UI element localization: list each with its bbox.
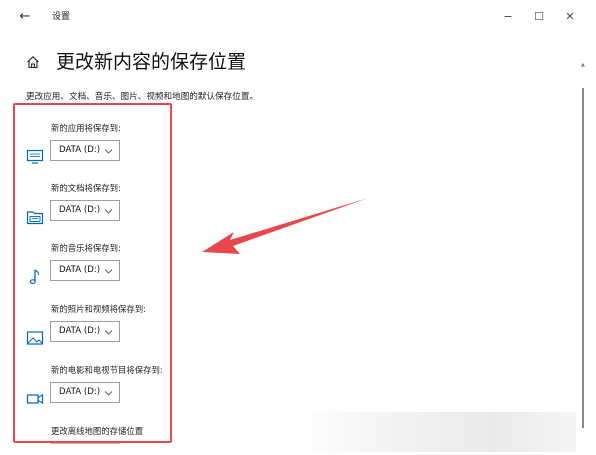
monitor-icon bbox=[26, 149, 44, 164]
apps-drive-value: DATA (D:) bbox=[59, 145, 101, 155]
window-title: 设置 bbox=[52, 12, 71, 22]
setting-movies-tv: 新的电影和电视节目将保存到: DATA (D:) bbox=[26, 364, 226, 414]
music-drive-select[interactable]: DATA (D:) bbox=[50, 260, 120, 281]
back-button[interactable]: ← bbox=[16, 8, 34, 26]
page-description: 更改应用、文档、音乐、图片、视频和地图的默认保存位置。 bbox=[26, 92, 259, 102]
setting-label-music: 新的音乐将保存到: bbox=[51, 243, 121, 253]
setting-photos-videos: 新的照片和视频将保存到: DATA (D:) bbox=[26, 303, 226, 353]
setting-apps: 新的应用将保存到: DATA (D:) bbox=[26, 122, 226, 172]
documents-drive-select[interactable]: DATA (D:) bbox=[50, 200, 120, 221]
offline-maps-drive-select[interactable] bbox=[50, 443, 120, 450]
scrollbar-thumb[interactable] bbox=[582, 88, 584, 428]
chevron-down-icon bbox=[104, 391, 113, 396]
setting-label-apps: 新的应用将保存到: bbox=[51, 123, 121, 133]
chevron-down-icon bbox=[104, 269, 113, 274]
music-note-icon bbox=[29, 269, 40, 285]
home-icon bbox=[27, 56, 39, 69]
apps-drive-select[interactable]: DATA (D:) bbox=[50, 140, 120, 161]
setting-label-documents: 新的文档将保存到: bbox=[51, 183, 121, 193]
photos-videos-drive-select[interactable]: DATA (D:) bbox=[50, 321, 120, 342]
watermark-overlay bbox=[296, 412, 576, 452]
scroll-up-arrow[interactable]: ▲ bbox=[581, 62, 585, 68]
minimize-button[interactable]: − bbox=[494, 6, 522, 28]
documents-drive-value: DATA (D:) bbox=[59, 205, 101, 215]
document-folder-icon bbox=[26, 211, 44, 225]
setting-documents: 新的文档将保存到: DATA (D:) bbox=[26, 182, 226, 232]
movies-tv-drive-value: DATA (D:) bbox=[59, 387, 101, 397]
chevron-down-icon bbox=[104, 209, 113, 214]
page-title: 更改新内容的保存位置 bbox=[56, 51, 247, 73]
setting-label-photos-videos: 新的照片和视频将保存到: bbox=[51, 304, 146, 314]
music-drive-value: DATA (D:) bbox=[59, 265, 101, 275]
setting-label-offline-maps[interactable]: 更改离线地图的存储位置 bbox=[51, 425, 143, 437]
chevron-down-icon bbox=[104, 330, 113, 335]
setting-music: 新的音乐将保存到: DATA (D:) bbox=[26, 242, 226, 292]
photos-videos-drive-value: DATA (D:) bbox=[59, 326, 101, 336]
settings-window: ← 设置 − ☐ ✕ ▲ 更改新内容的保存位置 更改应用、文档、音乐、图片、视频… bbox=[0, 0, 596, 455]
title-bar: ← 设置 − ☐ ✕ bbox=[0, 0, 596, 34]
close-button[interactable]: ✕ bbox=[556, 6, 584, 28]
maximize-button[interactable]: ☐ bbox=[525, 6, 553, 28]
video-camera-icon bbox=[26, 393, 44, 405]
movies-tv-drive-select[interactable]: DATA (D:) bbox=[50, 382, 120, 403]
setting-offline-maps: 更改离线地图的存储位置 bbox=[26, 425, 226, 445]
setting-label-movies-tv: 新的电影和电视节目将保存到: bbox=[51, 365, 163, 375]
photo-icon bbox=[26, 331, 44, 345]
annotation-arrow bbox=[202, 198, 368, 254]
chevron-down-icon bbox=[104, 149, 113, 154]
